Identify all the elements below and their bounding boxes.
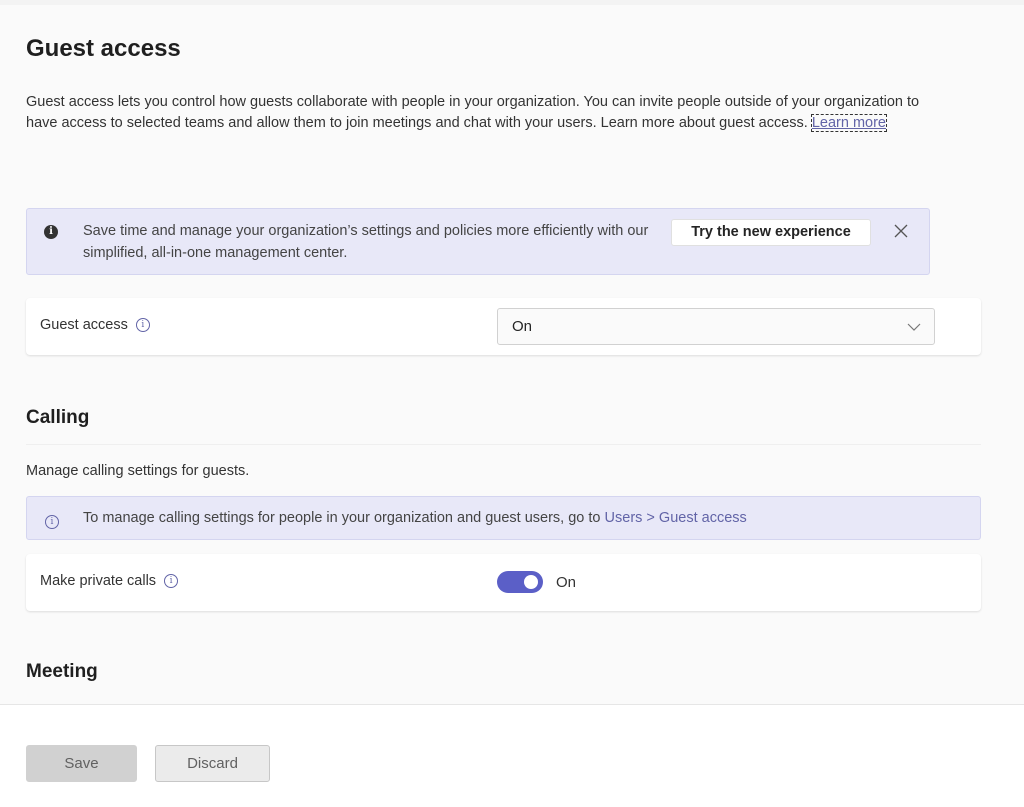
calling-section-title: Calling (26, 407, 90, 428)
info-circle: i (45, 515, 59, 529)
guest-access-selected-value: On (512, 318, 533, 335)
make-private-calls-card: Make private calls i On (26, 554, 981, 611)
info-outline-icon[interactable]: i (164, 574, 179, 588)
guest-access-setting: Guest access i (40, 317, 150, 333)
close-banner-button[interactable] (891, 221, 911, 241)
info-solid-icon: i (44, 225, 58, 239)
page-title: Guest access (26, 35, 181, 62)
discard-button[interactable]: Discard (155, 745, 270, 782)
meeting-section-title: Meeting (26, 661, 98, 682)
toggle-knob (524, 575, 538, 589)
banner-message: Save time and manage your organization’s… (83, 223, 649, 261)
intro-description: Guest access lets you control how guests… (26, 94, 920, 131)
intro-text: Guest access lets you control how guests… (26, 92, 926, 134)
users-guest-access-link[interactable]: Users > Guest access (605, 510, 747, 526)
toggle-state-label: On (556, 574, 577, 591)
close-icon (894, 224, 908, 238)
calling-info-message: To manage calling settings for people in… (83, 510, 605, 526)
calling-divider (26, 444, 981, 445)
guest-access-label: Guest access (40, 317, 128, 333)
make-private-calls-toggle[interactable] (497, 571, 543, 593)
save-button[interactable]: Save (26, 745, 137, 782)
info-outline-icon: i (45, 511, 59, 529)
calling-info-text: To manage calling settings for people in… (83, 510, 747, 526)
make-private-calls-label: Make private calls (40, 573, 157, 589)
make-private-calls-setting: Make private calls i (40, 573, 179, 589)
guest-access-card: Guest access i On (26, 298, 981, 355)
chevron-down-icon (907, 323, 921, 331)
settings-content: Guest access Guest access lets you contr… (0, 5, 1024, 704)
guest-access-dropdown[interactable]: On (497, 308, 935, 345)
new-experience-banner: i Save time and manage your organization… (26, 208, 930, 275)
action-footer: Save Discard (0, 704, 1024, 807)
info-outline-icon[interactable]: i (135, 318, 150, 332)
try-new-experience-button[interactable]: Try the new experience (671, 219, 871, 246)
learn-more-link[interactable]: Learn more (810, 114, 888, 132)
calling-info-bar: i To manage calling settings for people … (26, 496, 981, 540)
calling-description: Manage calling settings for guests. (26, 463, 250, 479)
